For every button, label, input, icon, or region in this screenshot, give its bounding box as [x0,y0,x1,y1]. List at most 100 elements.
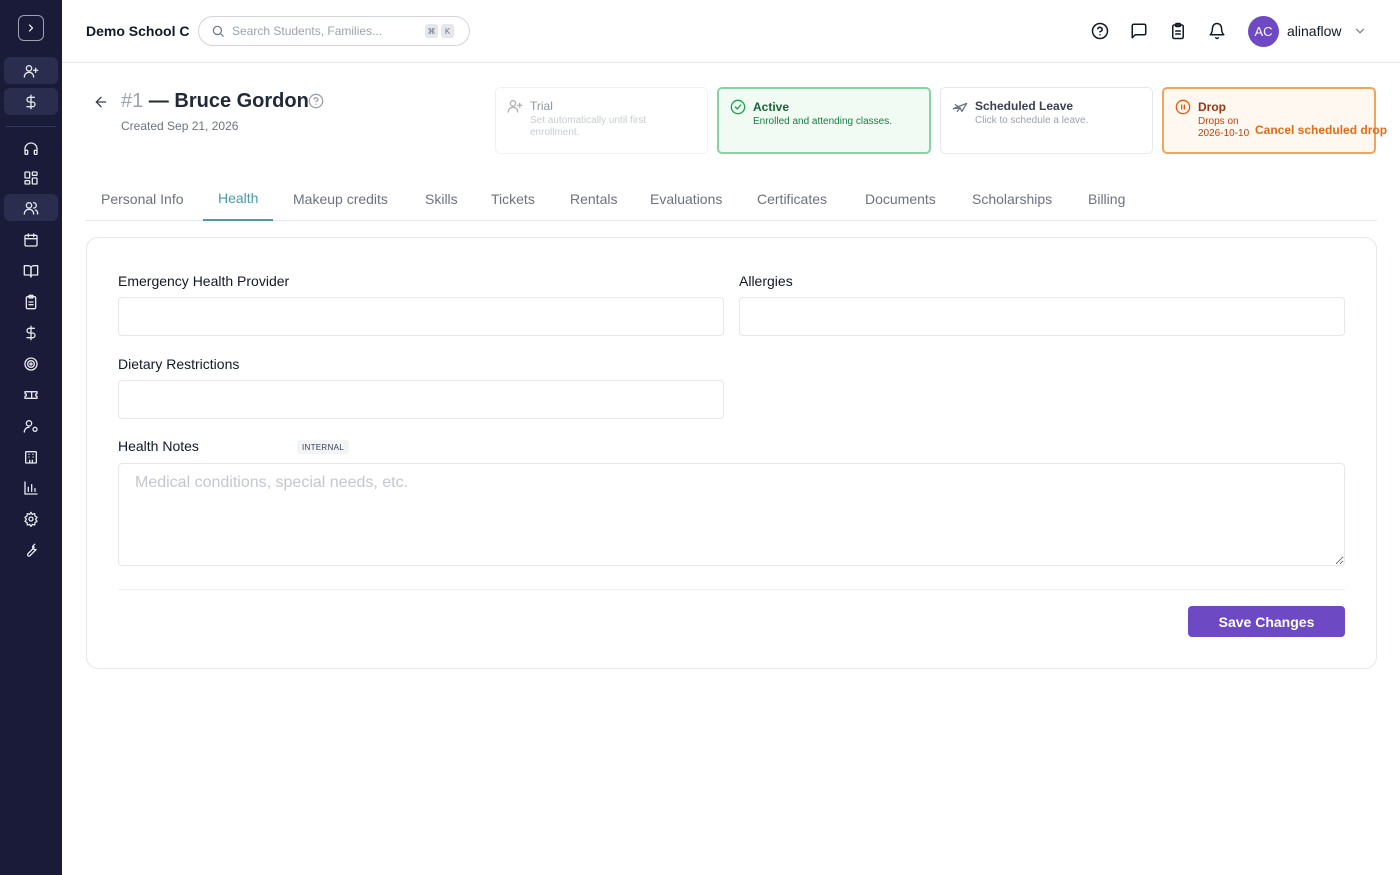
tab-personal-info[interactable]: Personal Info [86,176,199,221]
sidebar-item-goals[interactable] [4,350,58,377]
bar-chart-icon [24,480,38,495]
status-card-active[interactable]: Active Enrolled and attending classes. [717,87,931,154]
plane-icon [952,102,968,112]
clipboard-icon [25,294,37,309]
calendar-icon [24,232,38,247]
sidebar-item-staff[interactable] [4,412,58,439]
tab-makeup-credits[interactable]: Makeup credits [278,176,403,221]
arrow-left-icon [95,96,107,108]
avatar[interactable]: AC [1248,16,1279,47]
tab-certificates[interactable]: Certificates [742,176,842,221]
back-button[interactable] [92,93,110,111]
user-plus-icon [507,100,523,113]
status-title: Scheduled Leave [975,99,1074,113]
sidebar-expand-button[interactable] [18,15,44,41]
top-header: Demo School C ⌘ K AC alinaflow [62,0,1400,63]
allergies-input[interactable] [739,297,1345,336]
status-description: Enrolled and attending classes. [753,116,892,127]
messages-button[interactable] [1129,21,1149,41]
status-card-drop[interactable]: Drop Drops on 2026-10-10 Cancel schedule… [1162,87,1387,154]
message-square-icon [1131,23,1147,39]
school-name[interactable]: Demo School C [86,23,189,39]
health-notes-label: Health Notes [118,438,199,454]
status-description: Click to schedule a leave. [975,115,1089,126]
status-description: Drops on 2026-10-10 [1198,116,1250,139]
chevron-down-icon[interactable] [1353,24,1367,38]
sidebar-item-locations[interactable] [4,443,58,470]
headset-icon [24,141,38,155]
sidebar-item-calendar[interactable] [4,226,58,253]
chevron-right-icon [28,24,34,32]
sidebar-item-reports[interactable] [4,474,58,501]
created-date: Created Sep 21, 2026 [121,119,239,133]
dollar-icon [26,94,36,109]
book-icon [23,264,39,278]
sidebar-item-tools[interactable] [4,536,58,563]
tab-tickets[interactable]: Tickets [476,176,550,221]
notifications-button[interactable] [1207,21,1227,41]
save-changes-button[interactable]: Save Changes [1188,606,1345,637]
sidebar-item-dashboard[interactable] [4,164,58,191]
cancel-scheduled-drop-button[interactable]: Cancel scheduled drop [1255,123,1387,137]
tab-scholarships[interactable]: Scholarships [957,176,1067,221]
health-form: Emergency Health Provider Allergies Diet… [86,237,1377,669]
sidebar-item-settings[interactable] [4,505,58,532]
tab-bar: Personal Info Health Makeup credits Skil… [86,176,1377,221]
status-description: Set automatically until first enrollment… [530,115,647,138]
sidebar-item-tickets[interactable] [4,381,58,408]
help-button[interactable] [1090,21,1110,41]
student-number: #1 [121,90,144,112]
status-title: Active [753,100,790,114]
form-divider [118,589,1345,590]
tab-skills[interactable]: Skills [410,176,473,221]
student-name: Bruce Gordon [174,90,309,112]
status-title: Drop [1198,100,1226,114]
emergency-provider-input[interactable] [118,297,724,336]
emergency-provider-label: Emergency Health Provider [118,273,290,289]
wrench-icon [26,543,37,557]
bell-icon [1209,22,1225,40]
sidebar-item-classes[interactable] [4,257,58,284]
search-input[interactable] [232,24,422,38]
help-circle-icon[interactable] [308,93,324,109]
sidebar-item-support[interactable] [4,135,58,162]
users-icon [23,201,39,215]
page-title: #1 — Bruce Gordon [121,90,309,113]
title-separator: — [143,90,175,112]
health-notes-textarea[interactable] [118,463,1345,566]
status-title: Trial [530,99,553,113]
tab-evaluations[interactable]: Evaluations [635,176,737,221]
check-circle-icon [730,99,746,115]
sidebar-divider [6,126,56,127]
status-card-scheduled-leave[interactable]: Scheduled Leave Click to schedule a leav… [940,87,1153,154]
target-icon [24,356,38,371]
user-gear-icon [23,419,38,433]
tasks-button[interactable] [1168,21,1188,41]
status-card-trial[interactable]: Trial Set automatically until first enro… [495,87,708,154]
help-circle-icon [1091,22,1109,40]
sidebar-item-billing[interactable] [4,319,58,346]
shortcut-key-cmd: ⌘ [425,24,438,38]
sidebar-item-payments[interactable] [4,88,58,115]
search-icon [212,25,224,37]
sidebar-item-attendance[interactable] [4,288,58,315]
clipboard-icon [1172,22,1184,40]
internal-badge: INTERNAL [297,440,349,454]
user-plus-icon [23,64,39,78]
tab-rentals[interactable]: Rentals [555,176,632,221]
tab-documents[interactable]: Documents [850,176,951,221]
sidebar [0,0,62,875]
tab-billing[interactable]: Billing [1073,176,1140,221]
dietary-restrictions-label: Dietary Restrictions [118,356,240,372]
dollar-icon [26,325,36,340]
sidebar-item-students[interactable] [4,194,58,221]
sidebar-item-add-student[interactable] [4,57,58,84]
building-icon [25,450,37,464]
pause-circle-icon [1175,99,1191,115]
username[interactable]: alinaflow [1287,23,1341,39]
dietary-restrictions-input[interactable] [118,380,724,419]
search-bar[interactable]: ⌘ K [198,16,470,46]
allergies-label: Allergies [739,273,793,289]
tab-health[interactable]: Health [203,176,274,221]
settings-icon [24,511,38,527]
